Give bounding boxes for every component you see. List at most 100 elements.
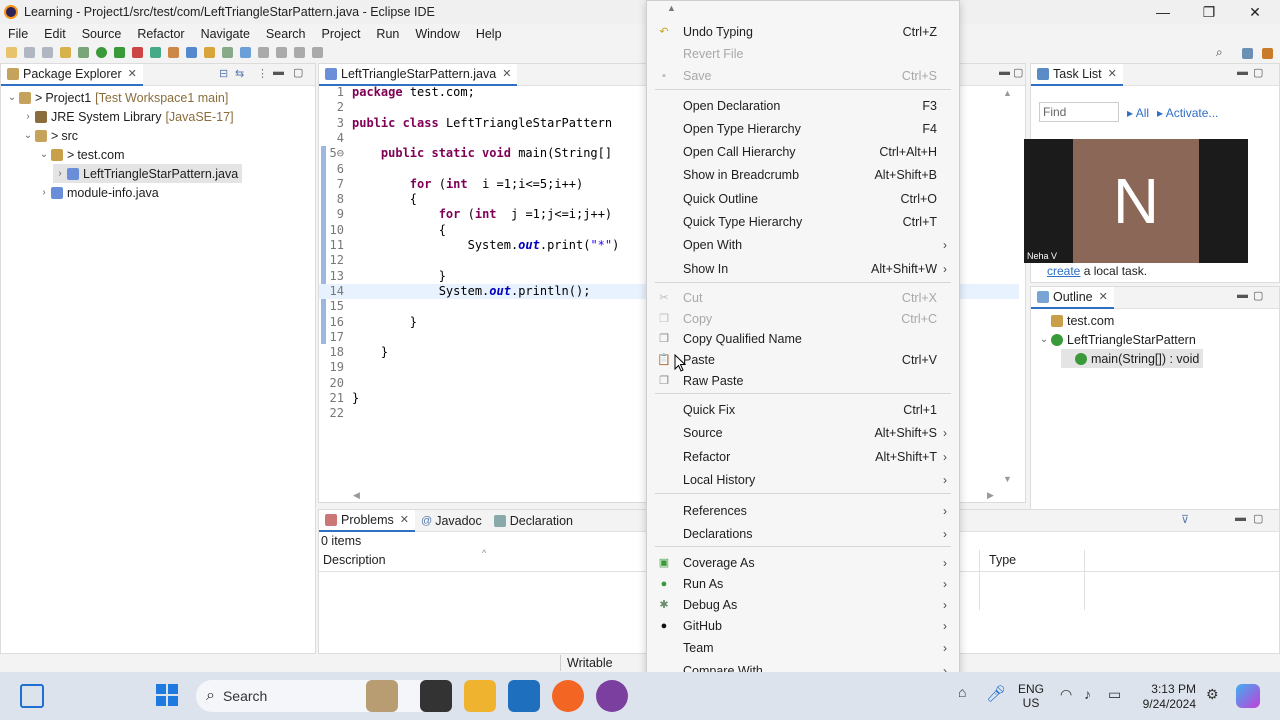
menu-run[interactable]: Run — [368, 27, 407, 41]
tab-javadoc[interactable]: @ Javadoc — [415, 510, 488, 532]
maximize-view-icon[interactable]: ▢ — [1253, 66, 1263, 79]
perspective-icon[interactable] — [1242, 48, 1253, 59]
new-java-project-icon[interactable] — [150, 47, 161, 58]
menu-item-github[interactable]: ● GitHub › — [647, 615, 959, 636]
scroll-left-icon[interactable]: ◀ — [353, 490, 360, 501]
tree-twisty-icon[interactable]: › — [21, 111, 35, 122]
search-toolbar-icon[interactable] — [222, 47, 233, 58]
search-icon[interactable]: ⌕ — [1216, 45, 1223, 60]
menu-item-quick-fix[interactable]: Quick Fix Ctrl+1 — [647, 399, 959, 420]
taskbar-app-people[interactable] — [366, 680, 398, 712]
tree-node[interactable]: › LeftTriangleStarPattern.java — [53, 164, 243, 183]
tree-twisty-icon[interactable]: ⌄ — [5, 92, 19, 103]
outline-node[interactable]: ⌄ LeftTriangleStarPattern — [1037, 330, 1196, 349]
maximize-view-icon[interactable]: ▢ — [1013, 66, 1023, 79]
task-find-input[interactable]: Find — [1039, 102, 1119, 122]
outline-node[interactable]: test.com — [1037, 311, 1114, 330]
external-tools-icon[interactable] — [132, 47, 143, 58]
tray-icon[interactable]: ⌂ — [958, 684, 966, 700]
tab-editor-file[interactable]: LeftTriangleStarPattern.java ✕ — [319, 63, 518, 86]
maximize-view-icon[interactable]: ▢ — [1253, 289, 1263, 302]
toggle-mark-icon[interactable] — [240, 47, 251, 58]
menu-scroll-up-icon[interactable]: ▲ — [667, 3, 676, 13]
maximize-view-icon[interactable]: ▢ — [1253, 512, 1263, 525]
menu-help[interactable]: Help — [468, 27, 510, 41]
create-task-link[interactable]: create — [1047, 264, 1080, 278]
java-perspective-icon[interactable] — [1262, 48, 1273, 59]
run-toolbar-icon[interactable] — [96, 47, 107, 58]
taskbar-app-store[interactable] — [508, 680, 540, 712]
tab-problems[interactable]: Problems ✕ — [319, 509, 416, 532]
back-icon[interactable] — [294, 47, 305, 58]
widgets-icon[interactable] — [20, 684, 44, 708]
menu-edit[interactable]: Edit — [36, 27, 74, 41]
new-class-icon[interactable] — [186, 47, 197, 58]
close-icon[interactable]: ✕ — [400, 513, 409, 526]
scroll-up-icon[interactable]: ▲ — [1003, 88, 1012, 98]
volume-icon[interactable]: ♪ — [1084, 686, 1091, 702]
tree-node[interactable]: ⌄ > Project1 [Test Workspace1 main] — [5, 88, 229, 107]
forward-icon[interactable] — [312, 47, 323, 58]
scroll-right-icon[interactable]: ▶ — [987, 490, 994, 501]
close-icon[interactable]: ✕ — [1099, 290, 1108, 303]
coverage-toolbar-icon[interactable] — [114, 47, 125, 58]
menu-item-copy-qualified-name[interactable]: ❐ Copy Qualified Name — [647, 328, 959, 349]
maximize-button[interactable]: ❐ — [1186, 2, 1232, 22]
battery-icon[interactable]: ▭ — [1108, 686, 1121, 703]
tree-node[interactable]: › JRE System Library [JavaSE-17] — [21, 107, 233, 126]
tab-outline[interactable]: Outline ✕ — [1031, 286, 1114, 309]
clock[interactable]: 3:13 PM 9/24/2024 — [1136, 682, 1196, 712]
menu-item-run-as[interactable]: ● Run As › — [647, 573, 959, 594]
close-window-button[interactable]: ✕ — [1232, 2, 1278, 22]
next-annotation-icon[interactable] — [258, 47, 269, 58]
link-editor-icon[interactable]: ⇆ — [235, 67, 244, 80]
menu-window[interactable]: Window — [407, 27, 467, 41]
close-icon[interactable]: ✕ — [1108, 67, 1117, 80]
menu-item-paste[interactable]: 📋 Paste Ctrl+V — [647, 349, 959, 370]
menu-navigate[interactable]: Navigate — [193, 27, 258, 41]
menu-item-show-in[interactable]: Show In Alt+Shift+W › — [647, 258, 959, 279]
tree-node[interactable]: ⌄ > test.com — [37, 145, 125, 164]
minimize-view-icon[interactable]: ▬ — [999, 66, 1010, 78]
save-all-icon[interactable] — [42, 47, 53, 58]
menu-item-show-in-breadcrumb[interactable]: Show in Breadcrumb Alt+Shift+B — [647, 164, 959, 185]
taskbar-search-box[interactable]: ⌕ Search — [196, 680, 436, 712]
filter-icon[interactable]: ⊽ — [1181, 513, 1189, 526]
taskbar-app-postman[interactable] — [552, 680, 584, 712]
taskbar-app-file-explorer[interactable] — [464, 680, 496, 712]
menu-item-references[interactable]: References › — [647, 500, 959, 521]
menu-item-open-type-hierarchy[interactable]: Open Type Hierarchy F4 — [647, 118, 959, 139]
all-link[interactable]: ▸ All — [1127, 106, 1149, 120]
menu-item-source[interactable]: Source Alt+Shift+S › — [647, 422, 959, 443]
column-description[interactable]: Description — [323, 553, 386, 567]
menu-source[interactable]: Source — [74, 27, 130, 41]
taskbar-app-terminal[interactable] — [420, 680, 452, 712]
minimize-view-icon[interactable]: ▬ — [1237, 289, 1248, 301]
open-type-icon[interactable] — [204, 47, 215, 58]
menu-item-quick-type-hierarchy[interactable]: Quick Type Hierarchy Ctrl+T — [647, 211, 959, 232]
settings-icon[interactable]: ⚙ — [1206, 686, 1219, 703]
column-type[interactable]: Type — [989, 553, 1016, 567]
close-icon[interactable]: ✕ — [128, 67, 137, 80]
menu-item-refactor[interactable]: Refactor Alt+Shift+T › — [647, 446, 959, 467]
minimize-view-icon[interactable]: ▬ — [273, 66, 284, 78]
tree-twisty-icon[interactable]: ⌄ — [37, 149, 51, 160]
outline-node[interactable]: main(String[]) : void — [1061, 349, 1204, 368]
menu-item-debug-as[interactable]: ✱ Debug As › — [647, 594, 959, 615]
tree-node[interactable]: ⌄ > src — [21, 126, 78, 145]
close-icon[interactable]: ✕ — [502, 67, 511, 80]
minimize-button[interactable]: — — [1140, 2, 1186, 22]
menu-item-team[interactable]: Team › — [647, 637, 959, 658]
new-icon[interactable] — [6, 47, 17, 58]
tree-twisty-icon[interactable]: › — [37, 187, 51, 198]
maximize-view-icon[interactable]: ▢ — [293, 66, 303, 79]
menu-item-quick-outline[interactable]: Quick Outline Ctrl+O — [647, 188, 959, 209]
undo-toolbar-icon[interactable] — [60, 47, 71, 58]
taskbar-app-game[interactable] — [596, 680, 628, 712]
minimize-view-icon[interactable]: ▬ — [1237, 66, 1248, 78]
wifi-icon[interactable]: ◠ — [1060, 686, 1072, 703]
tab-package-explorer[interactable]: Package Explorer ✕ — [1, 63, 143, 86]
save-toolbar-icon[interactable] — [24, 47, 35, 58]
tab-declaration[interactable]: Declaration — [488, 510, 579, 532]
windows-start-icon[interactable] — [156, 684, 178, 706]
